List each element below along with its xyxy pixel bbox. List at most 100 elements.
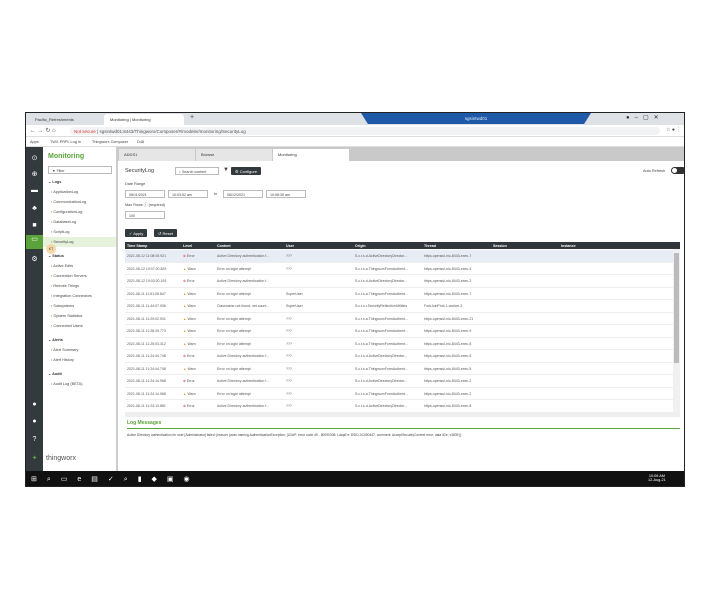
browser-tab-active[interactable]: Monitoring | Monitoring (104, 114, 184, 125)
table-cell: ▲ Warn (183, 366, 196, 371)
tab-browse[interactable]: Browse (196, 149, 272, 161)
table-cell: ??? (286, 266, 292, 271)
search-icon[interactable]: ⊙ (29, 153, 40, 164)
column-header[interactable]: Origin (355, 244, 366, 248)
lock-icon[interactable]: ■ (29, 220, 40, 231)
table-row[interactable]: 2021-08-11 11:24:44.748 ▲ Warn Error on lo… (125, 363, 673, 375)
bookmark[interactable]: TWX-PRPL Log in (50, 140, 81, 144)
table-row[interactable]: 2021-08-11 11:24:14.968 ▲ Warn Error on lo… (125, 388, 673, 400)
gear-icon[interactable]: ⚙ (29, 254, 40, 265)
table-cell: 2021-08-12 10:03:20.193 (127, 279, 167, 283)
to-time-input[interactable]: 10:08:39 am (266, 190, 306, 198)
table-row[interactable]: 2021-08-11 11:24:14.968 ⊗ Error Active Dir… (125, 375, 673, 388)
table-row[interactable]: 2021-08-11 11:25:03.312 ▲ Warn Error on lo… (125, 338, 673, 350)
table-cell: 2021-08-11 11:25:03.312 (127, 341, 166, 346)
filter-input[interactable]: ▼ Filter (48, 166, 112, 174)
nav-buttons[interactable]: ← → ↻ ⌂ (30, 127, 56, 134)
splitter[interactable] (125, 413, 680, 417)
hierarchy-icon[interactable]: ♣ (29, 203, 40, 214)
monitor-icon[interactable]: ▭ (26, 235, 43, 249)
browser-tab[interactable]: Pacific_Refreshments (29, 114, 101, 125)
nav-item[interactable]: ▪ ApplicationLog (43, 187, 116, 197)
nav-item[interactable]: ▪ CommunicationLog (43, 197, 116, 207)
user-icon[interactable]: ● (29, 416, 40, 427)
nav-item[interactable]: ▪ System Statistics (43, 311, 116, 321)
table-row[interactable]: 2021-08-12 10:03:20.193 ⊗ Error Active Dir… (125, 275, 673, 288)
max-rows-label: Max Rows ⓘ (required) (125, 203, 166, 207)
nav-item[interactable]: ▪ ScriptLog (43, 227, 116, 237)
configure-button[interactable]: ⚙ Configure (231, 167, 262, 175)
table-scrollbar[interactable] (673, 249, 680, 413)
globe-icon[interactable]: ● (29, 399, 40, 410)
from-time-input[interactable]: 10:03:52 am (168, 190, 208, 198)
editor-tabs: ADDS1 Browse Monitoring (118, 147, 684, 161)
max-rows-input[interactable]: 100 (125, 211, 165, 219)
tab-monitoring[interactable]: Monitoring (273, 149, 349, 161)
filter-icon[interactable]: ▼ (223, 167, 229, 173)
column-header[interactable]: Content (217, 244, 231, 248)
bookmark[interactable]: D48 (137, 140, 144, 144)
column-header[interactable]: Instance (561, 244, 576, 248)
table-cell: ⊗ Error (183, 279, 195, 283)
nav-section[interactable]: ⌄ Audit (48, 371, 62, 376)
nav-item[interactable]: ▪ Subsystems (43, 301, 116, 311)
table-row[interactable]: 2021-08-11 11:29:02.531 ▲ Warn Error on lo… (125, 313, 673, 325)
nav-item[interactable]: ▪ Alert Summary (43, 345, 116, 355)
nav-item[interactable]: ▪ Remote Things (43, 281, 116, 291)
nav-section[interactable]: ⌄ Alerts (48, 337, 63, 342)
table-cell: 2021-08-11 11:24:13.881 (127, 404, 166, 408)
nav-item[interactable]: ▪ ConfigurationLog (43, 207, 116, 217)
table-row[interactable]: 2021-08-11 11:51:08.847 ▲ Warn Error on lo… (125, 288, 673, 300)
bookmark[interactable]: Thingworx Composer (92, 140, 128, 144)
column-header[interactable]: Session (493, 244, 507, 248)
table-row[interactable]: 2021-08-12 10:07:20.829 ▲ Warn Error on lo… (125, 263, 673, 275)
profile-icon[interactable]: ☆ ● ⋮ (666, 127, 681, 133)
add-icon[interactable]: ⊕ (29, 169, 40, 180)
search-input[interactable]: ⌕ Search content (175, 167, 219, 175)
nav-item[interactable]: ▪ Connected Users (43, 321, 116, 331)
table-row[interactable]: 2021-08-12 11:08:05.921 ⊗ Error Active Dir… (125, 250, 673, 263)
new-tab-button[interactable]: + (190, 114, 194, 121)
nav-item[interactable]: ▪ Alert History (43, 355, 116, 365)
folder-icon[interactable]: ▬ (29, 185, 40, 196)
table-cell: S.c.t.s.a.ThingworxFormAuthent... (355, 329, 408, 333)
nav-item[interactable]: ▪ Connection Servers (43, 271, 116, 281)
column-header[interactable]: Time Stamp (127, 244, 147, 248)
tab-adds1[interactable]: ADDS1 (119, 149, 195, 161)
table-cell: S.c.t.s.a.ThingworxFormAuthent... (355, 366, 408, 371)
table-cell: ??? (286, 391, 292, 396)
table-row[interactable]: 2021-08-11 11:24:13.881 ⊗ Error Active Dir… (125, 400, 673, 413)
table-cell: SuperUser (286, 304, 303, 308)
nav-item[interactable]: ▪ Audit Log (BETA) (43, 379, 116, 389)
thingworx-logo-icon: ✦ (31, 455, 38, 462)
warning-icon: ▲ (183, 341, 187, 346)
table-cell: https-openssl-nio-8443-exec-5 (424, 341, 472, 346)
apply-button[interactable]: ✓ Apply (125, 229, 148, 237)
bookmark[interactable]: Apps (30, 140, 39, 144)
help-icon[interactable]: ? (29, 434, 40, 445)
table-row[interactable]: 2021-08-11 11:24:44.748 ⊗ Error Active Dir… (125, 350, 673, 363)
table-cell: ??? (286, 366, 292, 371)
reset-button[interactable]: ↺ Reset (154, 229, 177, 237)
table-cell: SuperUser (286, 291, 303, 296)
to-date-input[interactable]: 08/12/2021 (223, 190, 263, 198)
table-cell: S.c.t.s.a.ThingworxFormAuthent... (355, 316, 408, 321)
table-cell: 2021-08-11 11:24:14.968 (127, 391, 166, 396)
nav-section[interactable]: ⌄ Logs (48, 179, 61, 184)
column-header[interactable]: Thread (424, 244, 436, 248)
taskbar-icons[interactable]: ⊞⌕▭e▤✓⌕▮◆▣◉ (31, 475, 200, 484)
window-controls[interactable]: ● – ▢ ✕ (626, 114, 659, 121)
column-header[interactable]: User (286, 244, 294, 248)
warning-icon: ▲ (183, 266, 187, 271)
nav-item[interactable]: ▪ Integration Connectors (43, 291, 116, 301)
nav-item[interactable]: ▪ Active Edits (43, 261, 116, 271)
from-date-input[interactable]: 08/11/2021 (125, 190, 165, 198)
nav-item[interactable]: ▪ DatabaseLog (43, 217, 116, 227)
table-row[interactable]: 2021-08-11 11:44:07.936 ▲ Warn Classname n… (125, 300, 673, 313)
column-header[interactable]: Level (183, 244, 192, 248)
user-badge[interactable]: KT (46, 244, 56, 254)
table-cell: ??? (286, 316, 292, 321)
auto-refresh-toggle[interactable] (671, 167, 684, 174)
url-field[interactable]: Not secure | sgsintwd01:8443/Thingworx/C… (70, 127, 660, 135)
table-row[interactable]: 2021-08-11 11:28:29.773 ▲ Warn Error on lo… (125, 325, 673, 338)
